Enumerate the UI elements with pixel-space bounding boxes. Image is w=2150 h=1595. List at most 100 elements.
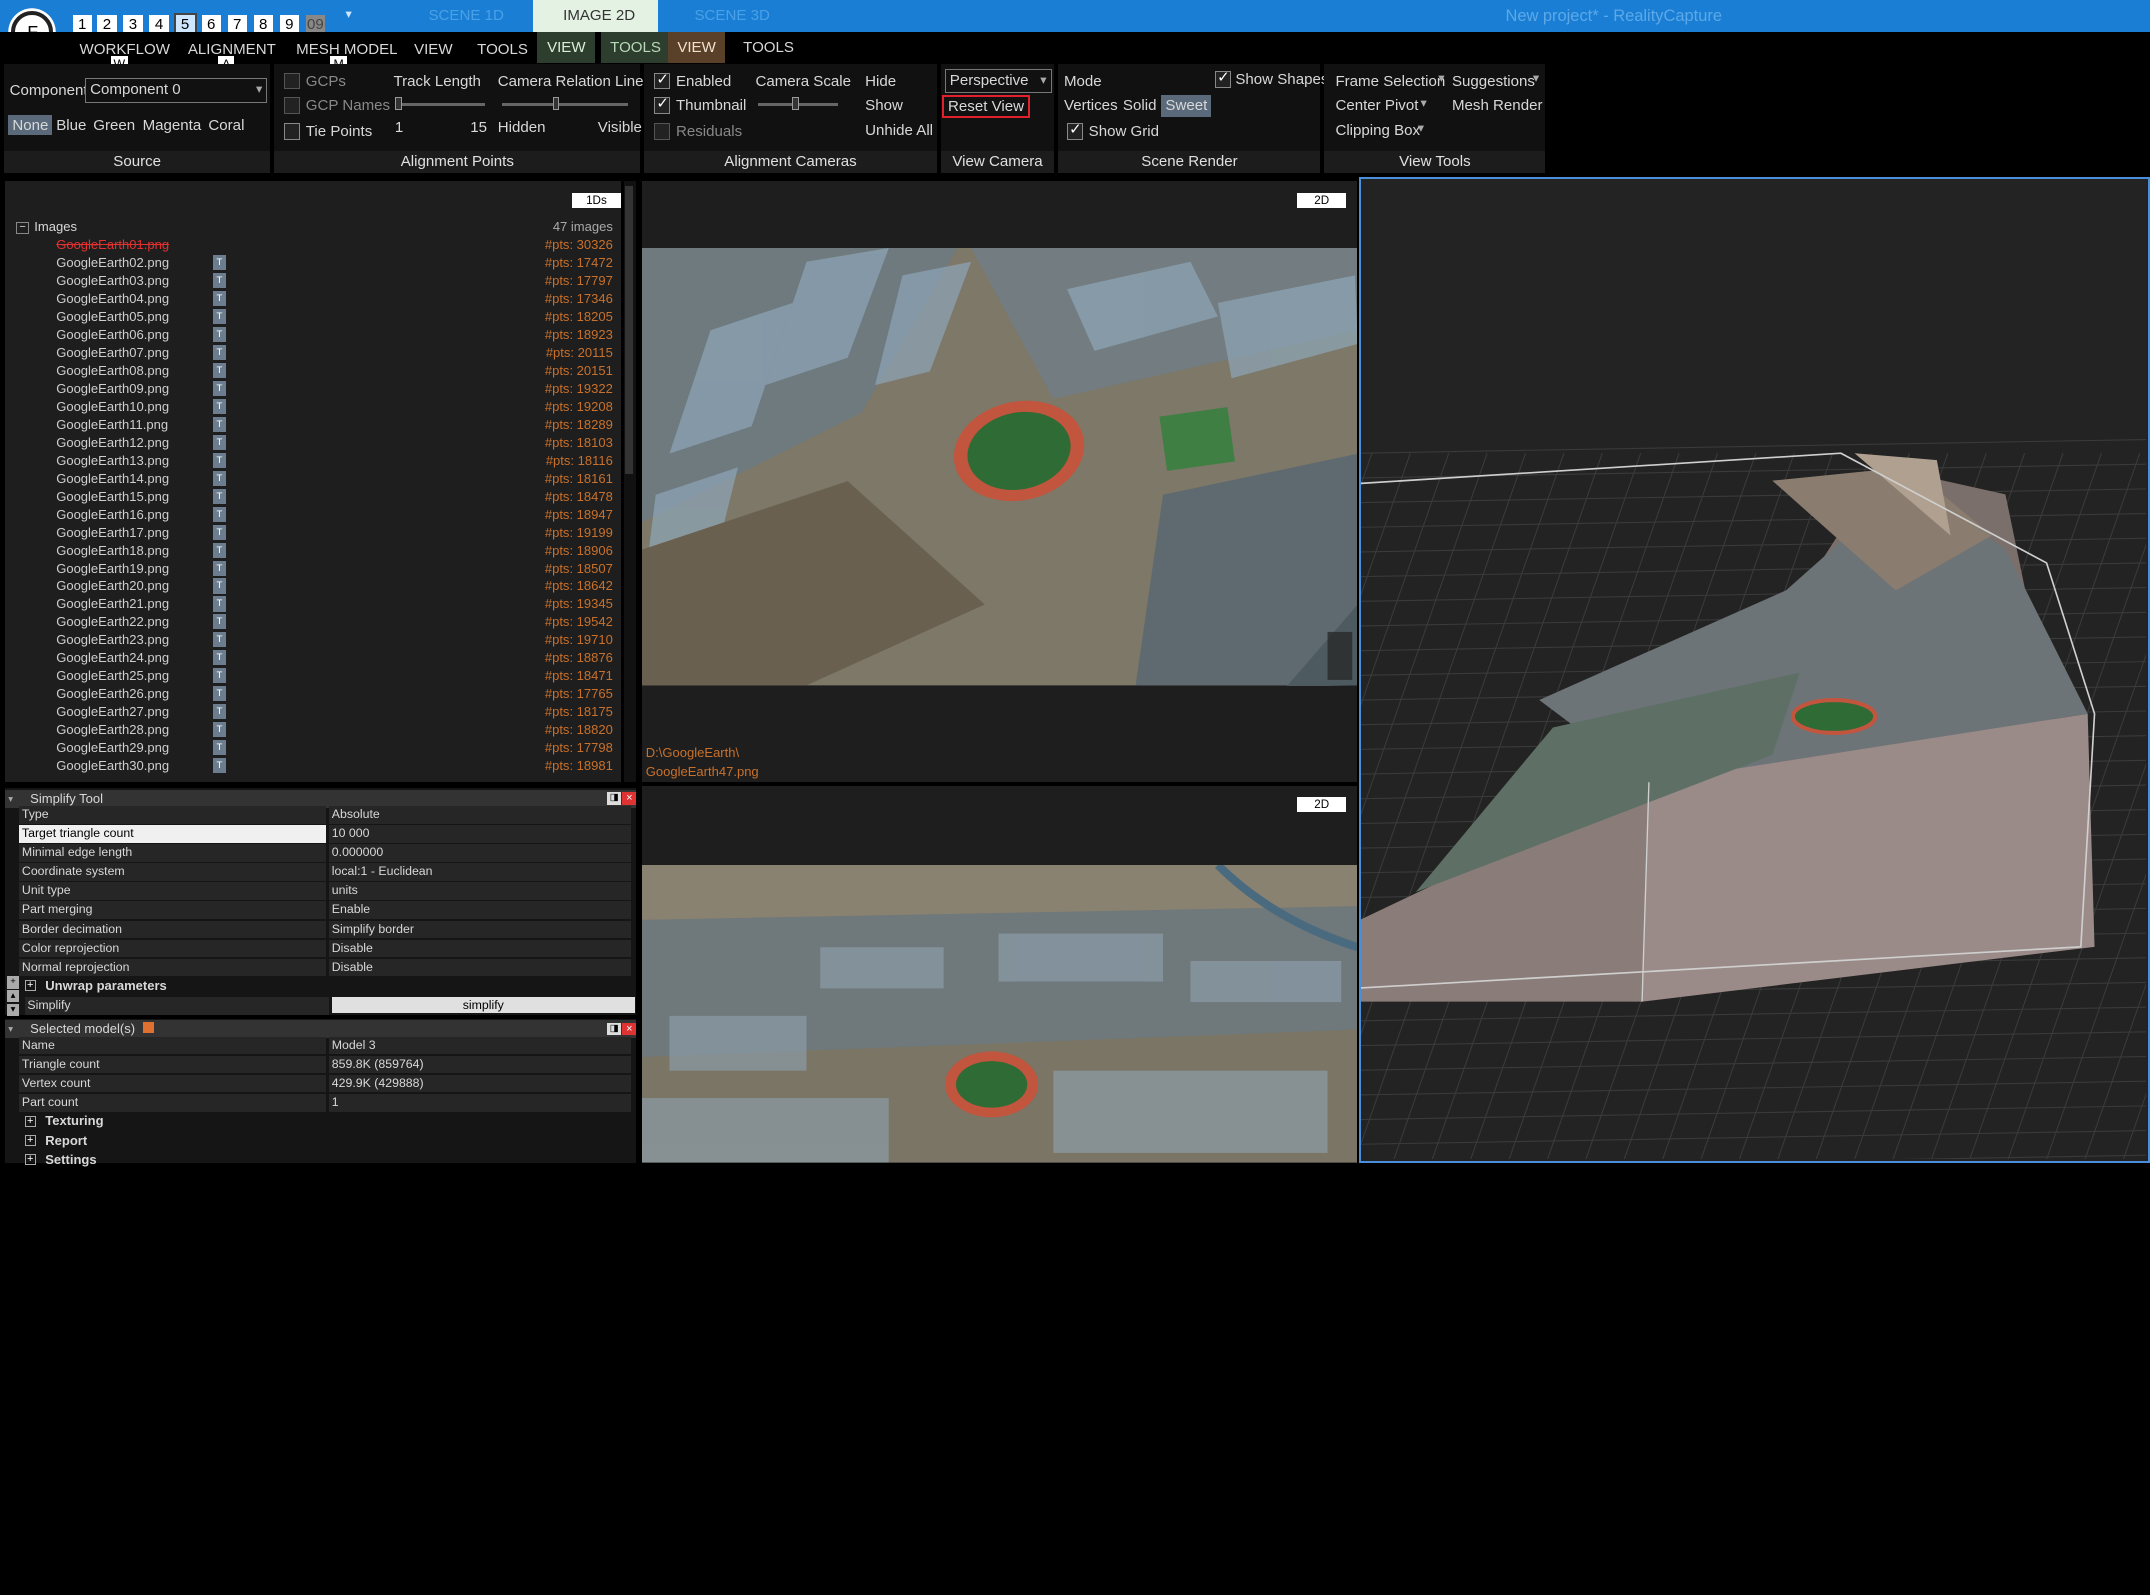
property-value[interactable]: Model 3: [329, 1036, 631, 1055]
images-root-label[interactable]: Images: [34, 219, 77, 234]
tie-points-checkbox[interactable]: [283, 123, 301, 140]
image-path: D:\GoogleEarth\: [645, 744, 740, 760]
report-expand-icon[interactable]: +: [24, 1135, 36, 1147]
property-row[interactable]: Target triangle count 10 000: [19, 825, 631, 844]
image-view-top[interactable]: 2D D:\GoogleEarth\ GoogleEarth47.png: [641, 180, 1358, 782]
menu-scene-view[interactable]: VIEW: [667, 31, 726, 64]
close-icon[interactable]: ×: [622, 792, 637, 805]
menu-image-view[interactable]: VIEW: [537, 31, 596, 64]
thumbnail-checkbox[interactable]: [654, 94, 671, 114]
enabled-checkbox[interactable]: [654, 70, 671, 90]
property-value[interactable]: 0.000000: [329, 844, 631, 863]
collapse-images-icon[interactable]: −: [16, 222, 29, 235]
menu-view[interactable]: VIEW: [414, 41, 453, 58]
property-value[interactable]: 859.8K (859764): [329, 1055, 631, 1074]
image-view-bottom[interactable]: 2D: [641, 785, 1358, 1163]
settings-expand-icon[interactable]: +: [24, 1154, 36, 1166]
property-row[interactable]: Color reprojection Disable: [19, 939, 631, 959]
camera-relation-lines-label: Camera Relation Lines: [497, 72, 652, 90]
scene-3d-view[interactable]: [1358, 176, 2150, 1163]
menu-image-tools[interactable]: TOOLS: [600, 31, 671, 64]
color-magenta-button[interactable]: Magenta: [143, 117, 202, 134]
property-value[interactable]: Absolute: [329, 806, 631, 825]
vertices-button[interactable]: Vertices: [1064, 97, 1118, 114]
solid-button[interactable]: Solid: [1123, 97, 1157, 114]
color-blue-button[interactable]: Blue: [56, 117, 86, 134]
expand-all-icon[interactable]: +: [6, 976, 20, 989]
camera-scale-thumb[interactable]: [792, 97, 800, 110]
component-dropdown[interactable]: Component 0: [85, 78, 268, 103]
gcps-checkbox[interactable]: [283, 72, 301, 90]
settings-section[interactable]: Settings: [45, 1152, 96, 1167]
property-row[interactable]: Name Model 3: [19, 1036, 631, 1056]
mesh-render-button[interactable]: Mesh Render: [1452, 97, 1543, 114]
property-value[interactable]: Enable: [329, 901, 631, 920]
dock-icon[interactable]: ◨: [607, 792, 622, 805]
camera-relation-slider[interactable]: [501, 102, 628, 106]
property-row[interactable]: Vertex count 429.9K (429888): [19, 1074, 631, 1094]
scroll-up-icon[interactable]: ▴: [6, 989, 20, 1003]
property-row[interactable]: Unit type units: [19, 882, 631, 901]
color-coral-button[interactable]: Coral: [208, 117, 244, 134]
texturing-section[interactable]: Texturing: [45, 1113, 103, 1128]
tab-scene-3d[interactable]: SCENE 3D: [658, 0, 807, 32]
simplify-button[interactable]: simplify: [331, 996, 635, 1014]
center-pivot-chevron-icon[interactable]: ▾: [1420, 96, 1426, 110]
hide-button[interactable]: Hide: [865, 73, 896, 90]
frame-selection-dropdown[interactable]: Frame Selection: [1335, 73, 1445, 90]
property-row[interactable]: Part merging Enable: [19, 901, 631, 920]
scroll-down-icon[interactable]: ▾: [6, 1003, 20, 1016]
reset-view-button[interactable]: Reset View: [941, 94, 1031, 119]
property-value[interactable]: local:1 - Euclidean: [329, 863, 631, 882]
gcp-names-checkbox[interactable]: [283, 97, 301, 114]
property-value[interactable]: Simplify border: [329, 920, 631, 939]
camera-relation-thumb[interactable]: [552, 97, 560, 110]
property-row[interactable]: Normal reprojection Disable: [19, 958, 631, 978]
property-value[interactable]: 429.9K (429888): [329, 1074, 631, 1093]
frame-selection-chevron-icon[interactable]: ▾: [1438, 71, 1444, 85]
color-none-button[interactable]: None: [8, 115, 53, 135]
suggestions-dropdown[interactable]: Suggestions: [1452, 73, 1535, 90]
tab-scene-1d[interactable]: SCENE 1D: [392, 0, 541, 32]
image-points-row: T #pts: 17472: [207, 255, 621, 273]
property-value[interactable]: Disable: [329, 958, 631, 977]
unwrap-parameters-section[interactable]: Unwrap parameters: [45, 978, 167, 993]
track-length-thumb[interactable]: [394, 97, 402, 110]
close-icon[interactable]: ×: [622, 1022, 637, 1036]
property-value[interactable]: units: [329, 882, 631, 901]
show-grid-checkbox[interactable]: [1066, 120, 1084, 140]
quick-access-dropdown-icon[interactable]: ▾: [346, 7, 352, 21]
menu-tools[interactable]: TOOLS: [477, 41, 528, 58]
color-green-button[interactable]: Green: [93, 117, 135, 134]
residuals-checkbox[interactable]: [654, 123, 671, 140]
unhide-all-button[interactable]: Unhide All: [865, 122, 933, 139]
projection-dropdown[interactable]: Perspective: [944, 68, 1052, 94]
show-button[interactable]: Show: [865, 97, 903, 114]
clipping-box-chevron-icon[interactable]: ▾: [1418, 121, 1424, 135]
sweet-button[interactable]: Sweet: [1161, 94, 1212, 118]
property-row[interactable]: Coordinate system local:1 - Euclidean: [19, 863, 631, 882]
property-value[interactable]: 1: [329, 1093, 631, 1112]
show-shapes-checkbox[interactable]: [1214, 68, 1232, 88]
unwrap-expand-icon[interactable]: +: [24, 980, 36, 992]
collapse-arrow-icon[interactable]: ▾: [8, 1024, 13, 1035]
suggestions-chevron-icon[interactable]: ▾: [1533, 71, 1539, 85]
texturing-expand-icon[interactable]: +: [24, 1116, 36, 1128]
list-scrollbar[interactable]: [623, 180, 637, 782]
property-row[interactable]: Type Absolute: [19, 806, 631, 825]
menu-scene-tools[interactable]: TOOLS: [734, 32, 804, 64]
clipping-box-dropdown[interactable]: Clipping Box: [1335, 122, 1420, 139]
property-row[interactable]: Part count 1: [19, 1093, 631, 1113]
property-row[interactable]: Triangle count 859.8K (859764): [19, 1055, 631, 1075]
report-section[interactable]: Report: [45, 1133, 87, 1148]
tab-image-2d[interactable]: IMAGE 2D: [533, 0, 665, 32]
property-row[interactable]: Border decimation Simplify border: [19, 920, 631, 940]
track-length-slider[interactable]: [394, 102, 486, 106]
property-value[interactable]: Disable: [329, 939, 631, 958]
images-tree-panel: − Images GoogleEarth01.png GoogleEarth02.…: [5, 180, 208, 782]
dock-icon[interactable]: ◨: [607, 1022, 622, 1036]
property-value[interactable]: 10 000: [329, 825, 631, 844]
center-pivot-dropdown[interactable]: Center Pivot: [1335, 97, 1418, 114]
property-row[interactable]: Minimal edge length 0.000000: [19, 844, 631, 863]
collapse-arrow-icon[interactable]: ▾: [8, 794, 13, 805]
